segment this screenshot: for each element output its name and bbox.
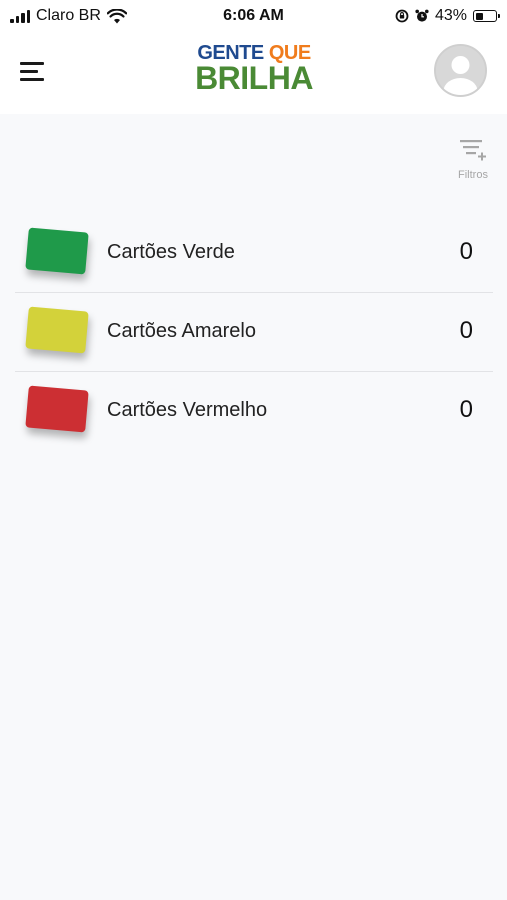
battery-percent: 43% xyxy=(434,7,467,24)
yellow-card-icon xyxy=(25,306,89,354)
card-count: 0 xyxy=(459,317,473,344)
hamburger-menu-icon[interactable] xyxy=(20,56,52,86)
battery-icon xyxy=(473,10,500,22)
battery-fill xyxy=(475,12,484,20)
user-avatar-icon[interactable] xyxy=(434,44,487,97)
card-row-vermelho[interactable]: Cartões Vermelho 0 xyxy=(15,372,493,450)
app-logo: GENTE QUE BRILHA xyxy=(190,43,318,101)
card-count: 0 xyxy=(459,238,473,265)
red-card-icon xyxy=(25,385,89,433)
status-right: 43% xyxy=(395,7,500,25)
card-row-verde[interactable]: Cartões Verde 0 xyxy=(15,214,493,293)
card-label: Cartões Verde xyxy=(107,241,235,263)
card-row-amarelo[interactable]: Cartões Amarelo 0 xyxy=(15,293,493,372)
card-label: Cartões Amarelo xyxy=(107,320,256,342)
card-count: 0 xyxy=(459,396,473,423)
green-card-icon xyxy=(25,227,89,275)
logo-word-brilha: BRILHA xyxy=(195,60,313,96)
card-list: Cartões Verde 0 Cartões Amarelo 0 Cartõe… xyxy=(15,214,493,450)
avatar-silhouette-icon xyxy=(436,46,485,95)
card-label: Cartões Vermelho xyxy=(107,399,268,421)
filter-label: Filtros xyxy=(458,169,488,181)
app-header: GENTE QUE BRILHA xyxy=(0,34,507,114)
filter-add-icon xyxy=(460,140,486,161)
filter-button[interactable]: Filtros xyxy=(453,138,493,181)
alarm-icon xyxy=(415,9,429,22)
orientation-lock-icon xyxy=(395,9,409,23)
status-bar: Claro BR 6:06 AM 43% xyxy=(0,0,507,34)
